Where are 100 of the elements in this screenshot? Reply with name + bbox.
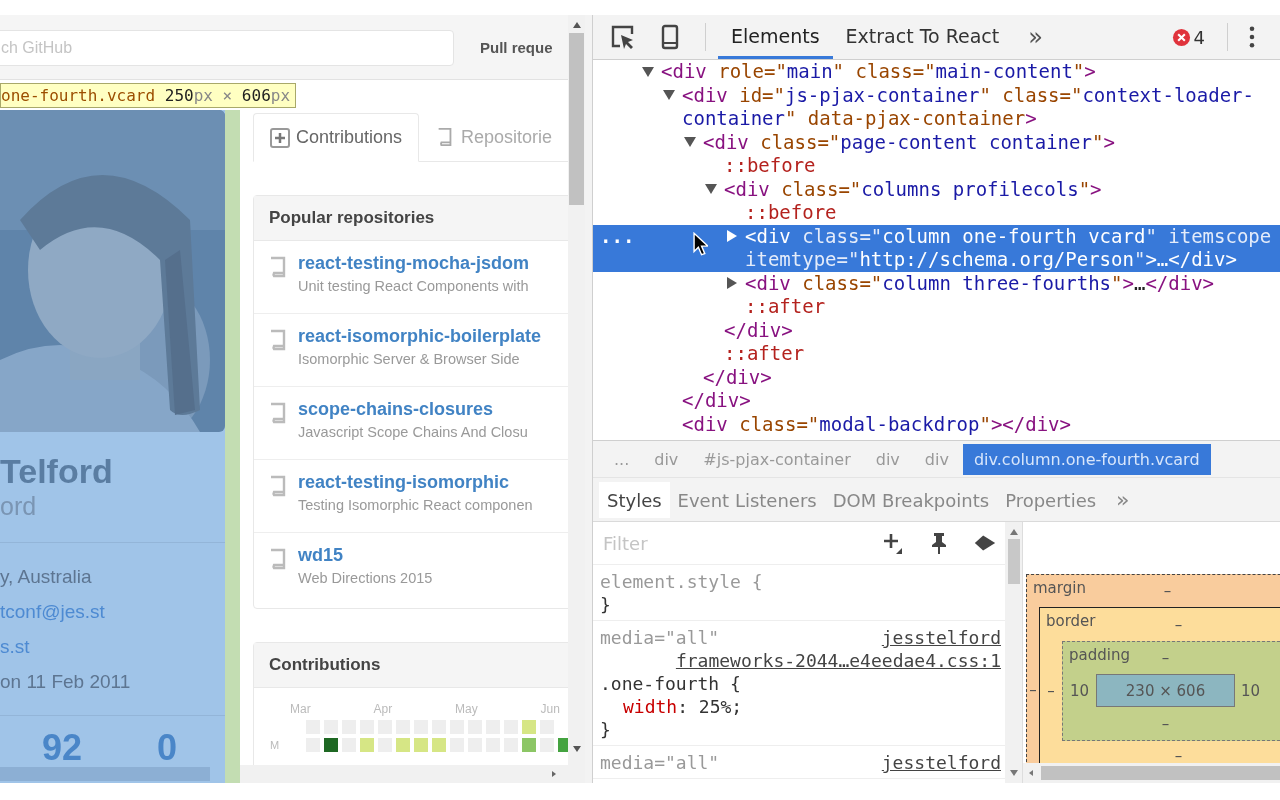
- media-query: media="all": [600, 626, 720, 649]
- content-size: 230 × 606: [1125, 681, 1206, 700]
- book-icon: [268, 329, 288, 351]
- error-icon[interactable]: [1171, 27, 1191, 47]
- dom-node-row[interactable]: <div class="columns profilecols">: [593, 177, 1280, 201]
- breadcrumb[interactable]: div: [913, 443, 960, 475]
- repository-description: Isomorphic Server & Browser Side: [298, 351, 520, 367]
- closing-brace: }: [600, 593, 611, 616]
- profile-tab[interactable]: Contributions: [253, 113, 420, 162]
- node-actions-button[interactable]: ...: [600, 224, 635, 248]
- scroll-up-icon[interactable]: [1008, 528, 1019, 536]
- more-tabs-button[interactable]: »: [1024, 23, 1047, 51]
- closing-tag: </div>: [703, 365, 1278, 389]
- box-value: –: [1163, 582, 1172, 600]
- panel-tab[interactable]: Properties: [997, 482, 1105, 518]
- breadcrumb[interactable]: #js-pjax-container: [692, 443, 862, 475]
- dom-node-row[interactable]: <div class="column three-fourths">…</div>: [593, 271, 1280, 295]
- dom-node-markup: <div class="columns profilecols">: [724, 177, 1103, 201]
- dom-node-row[interactable]: ::after: [593, 342, 1280, 366]
- repository-link[interactable]: react-isomorphic-boilerplate: [298, 326, 542, 347]
- panel-tab[interactable]: Styles: [599, 482, 670, 518]
- join-date: on 11 Feb 2011: [0, 670, 131, 694]
- dom-node-row[interactable]: <div role="main" class="main-content">: [593, 60, 1280, 84]
- box-label: padding: [1069, 646, 1130, 664]
- breadcrumb[interactable]: div: [864, 443, 911, 475]
- devtools-tab[interactable]: Elements: [718, 15, 833, 59]
- inspect-icon[interactable]: [610, 24, 636, 50]
- error-count[interactable]: 4: [1193, 26, 1205, 48]
- scroll-down-icon[interactable]: [1008, 769, 1019, 777]
- closing-tag: </div>: [682, 389, 1278, 413]
- dom-node-row[interactable]: ::before: [593, 201, 1280, 225]
- scroll-right-icon[interactable]: [550, 770, 558, 778]
- profile-location: y, Australia: [0, 565, 92, 589]
- book-icon: [268, 402, 288, 424]
- box-value: –: [1029, 680, 1037, 699]
- scroll-up-icon[interactable]: [571, 21, 582, 29]
- box-value: –: [1161, 714, 1170, 733]
- devtools-tab[interactable]: Extract To React: [832, 15, 1013, 59]
- horizontal-scrollbar[interactable]: [0, 765, 568, 783]
- profile-tab[interactable]: Repositorie: [419, 113, 568, 161]
- scrollbar-thumb[interactable]: [569, 33, 584, 205]
- source-link[interactable]: jesstelford: [881, 626, 1001, 649]
- month-label: Apr: [373, 702, 393, 716]
- dom-node-row[interactable]: ... <div class="column one-fourth vcard" itemscope itemtype="http://schema.org/Person">…</div>: [593, 224, 1280, 272]
- dom-node-markup: <div class="modal-backdrop"></div>: [682, 412, 1072, 436]
- dom-node-row[interactable]: <div id="js-pjax-container" class="context-loader-container" data-pjax-container>: [593, 83, 1280, 131]
- css-selector: .one-fourth {: [600, 672, 741, 695]
- dom-node-markup: ::before: [745, 201, 838, 225]
- tooltip-text: one-fourth.vcard 250px × 606px: [1, 86, 291, 105]
- book-icon: [268, 475, 288, 497]
- panel-title: Contributions: [269, 655, 381, 675]
- disclosure-triangle-icon[interactable]: [684, 136, 696, 149]
- box-value: –: [1047, 682, 1055, 700]
- dom-node-row[interactable]: <div class="page-content container">: [593, 130, 1280, 154]
- filter-field[interactable]: Filter: [601, 531, 859, 555]
- breadcrumb[interactable]: div.column.one-fourth.vcard: [962, 443, 1211, 475]
- horizontal-scrollbar[interactable]: [1023, 763, 1280, 783]
- box-label: border: [1046, 612, 1096, 630]
- source-link[interactable]: jesstelford: [881, 751, 1001, 774]
- disclosure-triangle-icon[interactable]: [705, 183, 717, 196]
- book-icon: [268, 548, 288, 570]
- panel-tab[interactable]: Event Listeners: [669, 482, 825, 518]
- panel-tab[interactable]: DOM Breakpoints: [824, 482, 998, 518]
- disclosure-triangle-icon[interactable]: [642, 65, 654, 78]
- box-value: –: [1174, 615, 1183, 634]
- disclosure-triangle-icon[interactable]: [663, 89, 675, 102]
- closing-brace: }: [600, 718, 611, 741]
- breadcrumb[interactable]: div: [643, 443, 690, 475]
- nav-link[interactable]: Pull reque: [480, 38, 553, 56]
- box-label: margin: [1033, 579, 1086, 597]
- repository-link[interactable]: scope-chains-closures: [298, 399, 494, 420]
- kebab-menu-icon[interactable]: [1249, 26, 1255, 48]
- dom-node-markup: ::after: [724, 342, 806, 366]
- dom-node-row[interactable]: ::after: [593, 295, 1280, 319]
- breadcrumb[interactable]: ...: [603, 443, 641, 475]
- disclosure-triangle-icon[interactable]: [726, 230, 738, 243]
- search-field[interactable]: ch GitHub: [0, 30, 454, 66]
- scroll-left-icon[interactable]: [1027, 769, 1035, 777]
- repository-link[interactable]: react-testing-isomorphic: [298, 472, 510, 493]
- repository-link[interactable]: react-testing-mocha-jsdom: [298, 253, 530, 274]
- box-value: –: [1161, 649, 1170, 667]
- day-label: M: [270, 739, 280, 751]
- css-declaration: width: 25%;: [623, 695, 743, 718]
- cursor-icon: [693, 232, 708, 256]
- dom-node-markup: ::before: [724, 154, 817, 178]
- disclosure-triangle-icon[interactable]: [726, 277, 738, 290]
- repository-description: Web Directions 2015: [298, 570, 433, 586]
- dom-node-markup: ::after: [745, 295, 827, 319]
- dom-node-markup: <div role="main" class="main-content">: [661, 60, 1097, 84]
- more-tabs-button[interactable]: »: [1110, 486, 1136, 513]
- css-selector: element.style {: [600, 570, 763, 593]
- dom-node-row[interactable]: <div class="modal-backdrop"></div>: [593, 412, 1280, 436]
- source-link[interactable]: frameworks-2044…e4eedae4.css:1: [675, 649, 1001, 672]
- scroll-down-icon[interactable]: [571, 745, 582, 753]
- vertical-scrollbar[interactable]: [1005, 522, 1022, 783]
- scrollbar-thumb[interactable]: [1041, 766, 1280, 780]
- scrollbar-thumb[interactable]: [1007, 539, 1020, 584]
- repository-link[interactable]: wd15: [298, 545, 344, 566]
- dom-node-row[interactable]: ::before: [593, 154, 1280, 178]
- plus-icon[interactable]: [881, 532, 905, 554]
